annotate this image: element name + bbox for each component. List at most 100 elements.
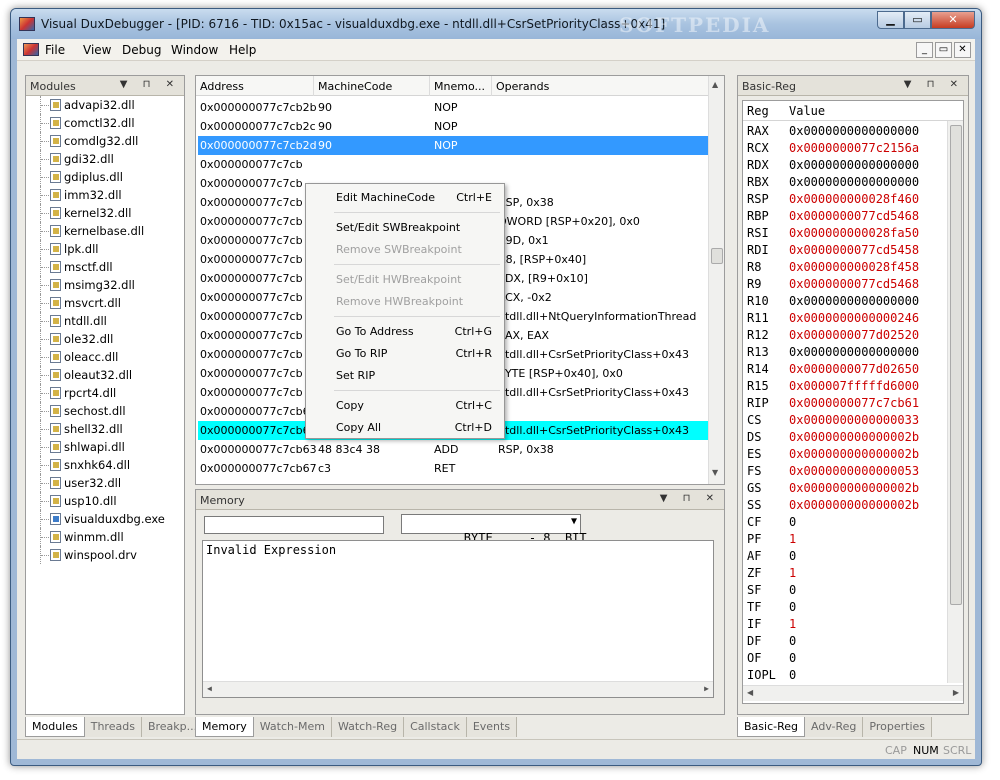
menu-go-to-address[interactable]: Go To Address Ctrl+G bbox=[306, 322, 504, 342]
menu-copy-all[interactable]: Copy All Ctrl+D bbox=[306, 418, 504, 438]
panel-tool-icons[interactable]: ▼ ⊓ ✕ bbox=[120, 79, 180, 90]
memory-address-input[interactable] bbox=[204, 516, 384, 534]
column-reg[interactable]: Reg bbox=[747, 104, 769, 118]
scroll-thumb[interactable] bbox=[950, 125, 962, 605]
module-item[interactable]: kernelbase.dll bbox=[26, 222, 184, 240]
mdi-close-button[interactable]: ✕ bbox=[954, 42, 971, 58]
menu-copy[interactable]: Copy Ctrl+C bbox=[306, 396, 504, 416]
disassembly-row[interactable]: 0x000000077c7cb bbox=[198, 155, 708, 174]
menu-debug[interactable]: Debug bbox=[122, 43, 161, 57]
register-row[interactable]: TF 0 bbox=[743, 599, 949, 616]
module-item[interactable]: comctl32.dll bbox=[26, 114, 184, 132]
module-item[interactable]: oleacc.dll bbox=[26, 348, 184, 366]
register-row[interactable]: R9 0x0000000077cd5468 bbox=[743, 276, 949, 293]
mdi-restore-button[interactable]: ▭ bbox=[935, 42, 952, 58]
module-item[interactable]: msvcrt.dll bbox=[26, 294, 184, 312]
module-item[interactable]: kernel32.dll bbox=[26, 204, 184, 222]
menu-remove-sw-breakpoint[interactable]: Remove SWBreakpoint bbox=[306, 240, 504, 260]
register-row[interactable]: RIP 0x0000000077c7cb61 bbox=[743, 395, 949, 412]
disassembly-row[interactable]: 0x000000077c7cb2c 90 NOP bbox=[198, 117, 708, 136]
memory-horizontal-scrollbar[interactable]: ◀ ▶ bbox=[203, 681, 713, 697]
register-row[interactable]: ES 0x000000000000002b bbox=[743, 446, 949, 463]
scroll-right-icon[interactable]: ▶ bbox=[704, 684, 709, 693]
module-item[interactable]: gdi32.dll bbox=[26, 150, 184, 168]
disassembly-row[interactable]: 0x000000077c7cb63 48 83c4 38 ADD RSP, 0x38 bbox=[198, 440, 708, 459]
panel-tool-icons[interactable]: ▼ ⊓ ✕ bbox=[904, 79, 964, 90]
column-operands[interactable]: Operands bbox=[492, 76, 712, 96]
disassembly-vertical-scrollbar[interactable]: ▲ ▼ bbox=[708, 76, 724, 484]
register-row[interactable]: PF 1 bbox=[743, 531, 949, 548]
module-item[interactable]: rpcrt4.dll bbox=[26, 384, 184, 402]
registers-vertical-scrollbar[interactable] bbox=[947, 121, 963, 683]
register-row[interactable]: CF 0 bbox=[743, 514, 949, 531]
menu-help[interactable]: Help bbox=[229, 43, 256, 57]
register-row[interactable]: RCX 0x0000000077c2156a bbox=[743, 140, 949, 157]
menu-edit-machinecode[interactable]: Edit MachineCode Ctrl+E bbox=[306, 188, 504, 208]
tab-events[interactable]: Events bbox=[466, 717, 518, 737]
menu-set-hw-breakpoint[interactable]: Set/Edit HWBreakpoint bbox=[306, 270, 504, 290]
register-row[interactable]: R10 0x0000000000000000 bbox=[743, 293, 949, 310]
module-item[interactable]: snxhk64.dll bbox=[26, 456, 184, 474]
scroll-up-icon[interactable]: ▲ bbox=[712, 80, 718, 89]
menu-remove-hw-breakpoint[interactable]: Remove HWBreakpoint bbox=[306, 292, 504, 312]
register-row[interactable]: RDX 0x0000000000000000 bbox=[743, 157, 949, 174]
module-item[interactable]: ntdll.dll bbox=[26, 312, 184, 330]
module-item[interactable]: user32.dll bbox=[26, 474, 184, 492]
menu-file[interactable]: File bbox=[45, 43, 65, 57]
register-row[interactable]: R13 0x0000000000000000 bbox=[743, 344, 949, 361]
register-row[interactable]: SS 0x000000000000002b bbox=[743, 497, 949, 514]
module-item[interactable]: advapi32.dll bbox=[26, 96, 184, 114]
register-row[interactable]: R11 0x0000000000000246 bbox=[743, 310, 949, 327]
close-button[interactable]: ✕ bbox=[931, 11, 975, 29]
tab-watch-mem[interactable]: Watch-Mem bbox=[253, 717, 332, 737]
disassembly-row[interactable]: 0x000000077c7cb67 c3 RET bbox=[198, 459, 708, 478]
tab-threads[interactable]: Threads bbox=[84, 717, 142, 737]
module-item[interactable]: sechost.dll bbox=[26, 402, 184, 420]
module-item[interactable]: usp10.dll bbox=[26, 492, 184, 510]
module-item[interactable]: ole32.dll bbox=[26, 330, 184, 348]
tab-adv-reg[interactable]: Adv-Reg bbox=[805, 717, 864, 737]
register-row[interactable]: IOPL 0 bbox=[743, 667, 949, 684]
register-row[interactable]: GS 0x000000000000002b bbox=[743, 480, 949, 497]
register-row[interactable]: DF 0 bbox=[743, 633, 949, 650]
tab-watch-reg[interactable]: Watch-Reg bbox=[331, 717, 405, 737]
document-icon[interactable] bbox=[23, 43, 39, 56]
register-row[interactable]: IF 1 bbox=[743, 616, 949, 633]
menu-view[interactable]: View bbox=[83, 43, 111, 57]
memory-size-select[interactable]: BYTE - 8 BIT ▼ bbox=[401, 514, 587, 545]
memory-output[interactable]: Invalid Expression ◀ ▶ bbox=[202, 540, 714, 698]
tab-memory[interactable]: Memory bbox=[195, 717, 254, 737]
menu-set-rip[interactable]: Set RIP bbox=[306, 366, 504, 386]
scroll-down-icon[interactable]: ▼ bbox=[712, 468, 718, 477]
tab-modules[interactable]: Modules bbox=[25, 717, 85, 737]
column-value[interactable]: Value bbox=[789, 104, 825, 118]
column-mnemonic[interactable]: Mnemo... bbox=[430, 76, 492, 96]
panel-tool-icons[interactable]: ▼ ⊓ ✕ bbox=[660, 493, 720, 504]
module-item[interactable]: winspool.drv bbox=[26, 546, 184, 564]
module-item[interactable]: oleaut32.dll bbox=[26, 366, 184, 384]
register-row[interactable]: RSI 0x000000000028fa50 bbox=[743, 225, 949, 242]
register-row[interactable]: RBX 0x0000000000000000 bbox=[743, 174, 949, 191]
register-row[interactable]: AF 0 bbox=[743, 548, 949, 565]
register-row[interactable]: RDI 0x0000000077cd5458 bbox=[743, 242, 949, 259]
scroll-left-icon[interactable]: ◀ bbox=[747, 688, 753, 697]
module-item[interactable]: winmm.dll bbox=[26, 528, 184, 546]
register-row[interactable]: OF 0 bbox=[743, 650, 949, 667]
mdi-minimize-button[interactable]: _ bbox=[916, 42, 933, 58]
menu-set-sw-breakpoint[interactable]: Set/Edit SWBreakpoint bbox=[306, 218, 504, 238]
module-item[interactable]: shlwapi.dll bbox=[26, 438, 184, 456]
module-item[interactable]: comdlg32.dll bbox=[26, 132, 184, 150]
module-item[interactable]: shell32.dll bbox=[26, 420, 184, 438]
menu-go-to-rip[interactable]: Go To RIP Ctrl+R bbox=[306, 344, 504, 364]
register-row[interactable]: ZF 1 bbox=[743, 565, 949, 582]
register-row[interactable]: R8 0x000000000028f458 bbox=[743, 259, 949, 276]
module-item[interactable]: msctf.dll bbox=[26, 258, 184, 276]
menu-window[interactable]: Window bbox=[171, 43, 218, 57]
registers-horizontal-scrollbar[interactable]: ◀ ▶ bbox=[743, 685, 963, 701]
scroll-left-icon[interactable]: ◀ bbox=[207, 684, 212, 693]
minimize-button[interactable]: ▁ bbox=[877, 11, 904, 29]
register-row[interactable]: SF 0 bbox=[743, 582, 949, 599]
module-item[interactable]: msimg32.dll bbox=[26, 276, 184, 294]
register-row[interactable]: R12 0x0000000077d02520 bbox=[743, 327, 949, 344]
tab-callstack[interactable]: Callstack bbox=[404, 717, 467, 737]
